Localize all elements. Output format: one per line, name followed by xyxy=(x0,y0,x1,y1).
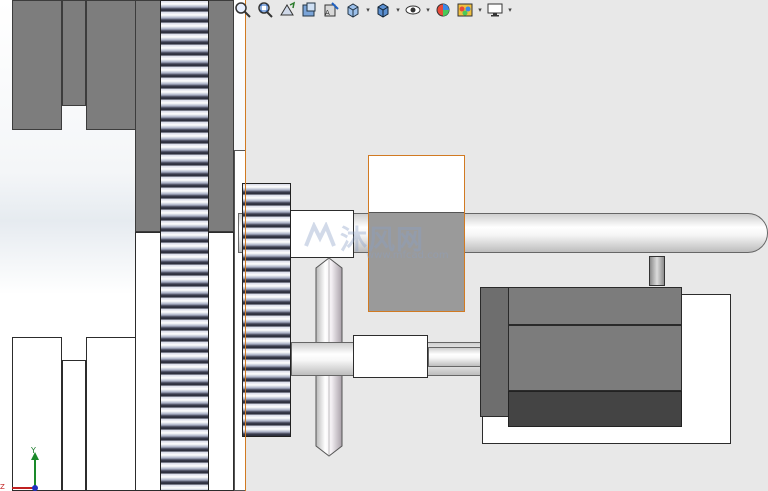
edit-appearance-button[interactable] xyxy=(432,0,454,20)
caret-icon: ▾ xyxy=(426,6,430,14)
graphics-viewport[interactable]: 沐风网 www.mfcad.com Y Z A ▾ ▾ ▾ ▾ ▾ xyxy=(0,0,768,491)
triad-x-label: Z xyxy=(0,483,5,491)
view-orientation-icon xyxy=(347,3,359,18)
lower-block-mid[interactable] xyxy=(62,360,86,491)
section-view-icon xyxy=(302,2,316,17)
svg-text:A: A xyxy=(325,9,330,17)
motor-body-mid[interactable] xyxy=(508,325,682,391)
upper-housing-left[interactable] xyxy=(12,0,62,130)
motor-flange[interactable] xyxy=(480,287,510,417)
selected-bearing-block[interactable] xyxy=(368,155,465,312)
motor-body-bottom[interactable] xyxy=(508,391,682,427)
zoom-to-area-icon xyxy=(258,2,273,18)
edit-appearance-icon xyxy=(436,3,450,17)
view-orientation-button[interactable] xyxy=(342,0,364,20)
lower-block-right[interactable] xyxy=(86,337,136,491)
large-gear[interactable] xyxy=(160,0,209,491)
view-orientation-menu-caret[interactable]: ▾ xyxy=(364,0,372,20)
section-view-button[interactable] xyxy=(298,0,320,20)
caret-icon: ▾ xyxy=(478,6,482,14)
zoom-to-fit-icon xyxy=(235,2,251,18)
apply-scene-button[interactable] xyxy=(454,0,476,20)
caret-icon: ▾ xyxy=(366,6,370,14)
reference-triad: Y Z xyxy=(0,444,50,491)
previous-view-icon xyxy=(280,1,296,16)
frame-column-dark[interactable] xyxy=(135,0,161,232)
display-style-menu-caret[interactable]: ▾ xyxy=(394,0,402,20)
caret-icon: ▾ xyxy=(508,6,512,14)
display-style-button[interactable] xyxy=(372,0,394,20)
frame-column-white-2[interactable] xyxy=(208,232,234,491)
motor-body-top[interactable] xyxy=(508,287,682,325)
dynamic-annotation-icon: A xyxy=(324,2,339,17)
previous-view-button[interactable] xyxy=(276,0,298,20)
upper-housing-mid[interactable] xyxy=(62,0,86,106)
motor-output-shaft[interactable] xyxy=(428,347,484,367)
heads-up-view-toolbar: A ▾ ▾ ▾ ▾ ▾ xyxy=(232,0,514,20)
view-settings-menu-caret[interactable]: ▾ xyxy=(506,0,514,20)
hide-show-items-icon xyxy=(405,5,421,15)
apply-scene-icon xyxy=(457,3,473,17)
zoom-to-area-button[interactable] xyxy=(254,0,276,20)
triad-y-label: Y xyxy=(31,446,36,455)
zoom-to-fit-button[interactable] xyxy=(232,0,254,20)
frame-column-white[interactable] xyxy=(135,232,161,491)
shaft-collar[interactable] xyxy=(290,210,354,258)
coupling[interactable] xyxy=(353,335,428,378)
hide-show-items-button[interactable] xyxy=(402,0,424,20)
motor-connector[interactable] xyxy=(649,256,665,286)
bearing-block-divider xyxy=(369,212,464,213)
hide-show-menu-caret[interactable]: ▾ xyxy=(424,0,432,20)
apply-scene-menu-caret[interactable]: ▾ xyxy=(476,0,484,20)
frame-column-dark-2[interactable] xyxy=(208,0,234,232)
view-settings-button[interactable] xyxy=(484,0,506,20)
dynamic-annotation-button[interactable]: A xyxy=(320,0,342,20)
triad-axes-icon xyxy=(12,452,39,491)
view-settings-icon xyxy=(487,3,503,17)
display-style-icon xyxy=(377,3,389,18)
selection-edge-line xyxy=(245,0,246,491)
caret-icon: ▾ xyxy=(396,6,400,14)
upper-housing-right[interactable] xyxy=(86,0,136,130)
small-gear[interactable] xyxy=(242,183,291,437)
